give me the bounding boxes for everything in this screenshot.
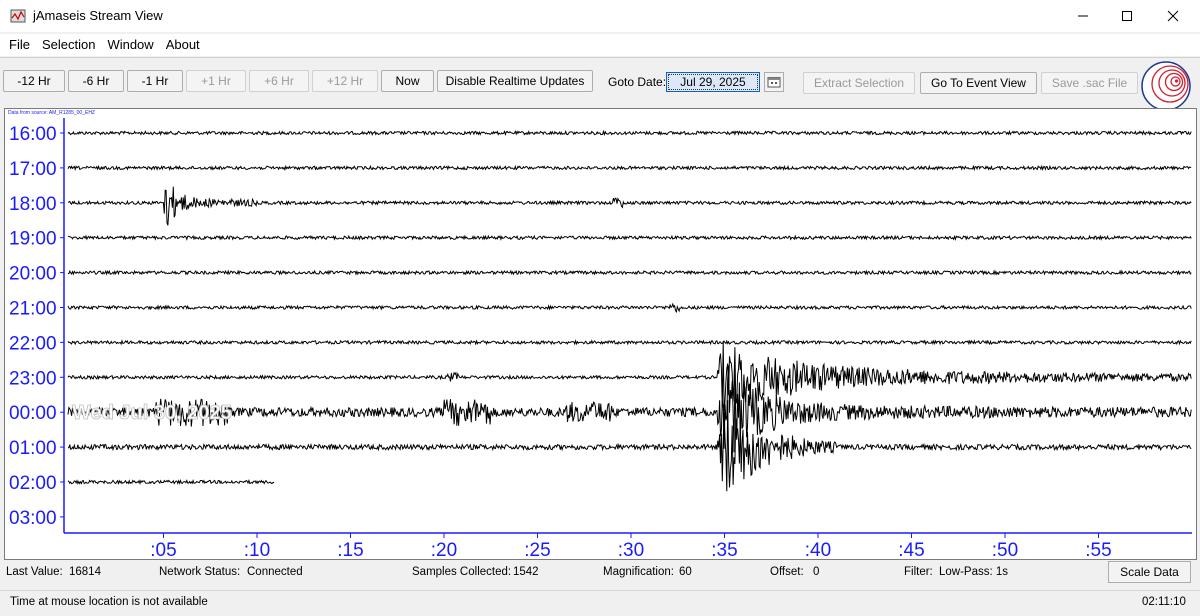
go-to-event-view-button[interactable]: Go To Event View [920,72,1037,94]
plus-6-hr-button[interactable]: +6 Hr [249,70,309,92]
goto-date-label: Goto Date: [608,75,667,89]
now-button[interactable]: Now [381,70,434,92]
seismic-logo-icon [1141,61,1191,111]
maximize-icon[interactable] [1104,0,1150,32]
network-status-label: Network Status: [159,566,241,578]
minus-1-hr-button[interactable]: -1 Hr [127,70,183,92]
magnification-label: Magnification: [603,566,674,578]
mouse-location-message: Time at mouse location is not available [10,596,208,608]
menu-about[interactable]: About [160,34,206,56]
plus-12-hr-button[interactable]: +12 Hr [312,70,378,92]
menu-bar: File Selection Window About [0,34,1200,56]
filter-label: Filter: [904,566,933,578]
clock: 02:11:10 [1142,596,1186,608]
samples-collected-value: 1542 [513,566,539,578]
minus-6-hr-button[interactable]: -6 Hr [68,70,124,92]
menu-selection[interactable]: Selection [36,34,101,56]
close-icon[interactable] [1150,0,1196,32]
goto-date-field[interactable]: Jul 29, 2025 [666,72,760,92]
menu-window[interactable]: Window [101,34,159,56]
network-status-value: Connected [247,566,303,578]
extract-selection-button[interactable]: Extract Selection [803,72,915,94]
title-bar: jAmaseis Stream View [0,0,1200,32]
samples-collected-label: Samples Collected: [412,566,512,578]
minimize-icon[interactable] [1060,0,1106,32]
menu-file[interactable]: File [3,34,36,56]
minus-12-hr-button[interactable]: -12 Hr [3,70,65,92]
window-title: jAmaseis Stream View [33,8,163,23]
data-source-label: Data from source: AM_R1285_00_EHZ [8,110,95,116]
last-value: 16814 [69,566,101,578]
magnification-value: 60 [679,566,692,578]
app-icon [10,9,26,23]
last-value-label: Last Value: [6,566,63,578]
calendar-icon[interactable] [764,72,784,92]
save-sac-file-button[interactable]: Save .sac File [1041,72,1138,94]
scale-data-button[interactable]: Scale Data [1108,561,1191,583]
filter-value: Low-Pass: 1s [939,566,1009,578]
offset-value: 0 [813,566,820,578]
offset-label: Offset: [770,566,804,578]
helicorder-plot[interactable] [4,108,1197,560]
disable-realtime-updates-button[interactable]: Disable Realtime Updates [437,70,593,92]
plus-1-hr-button[interactable]: +1 Hr [186,70,246,92]
